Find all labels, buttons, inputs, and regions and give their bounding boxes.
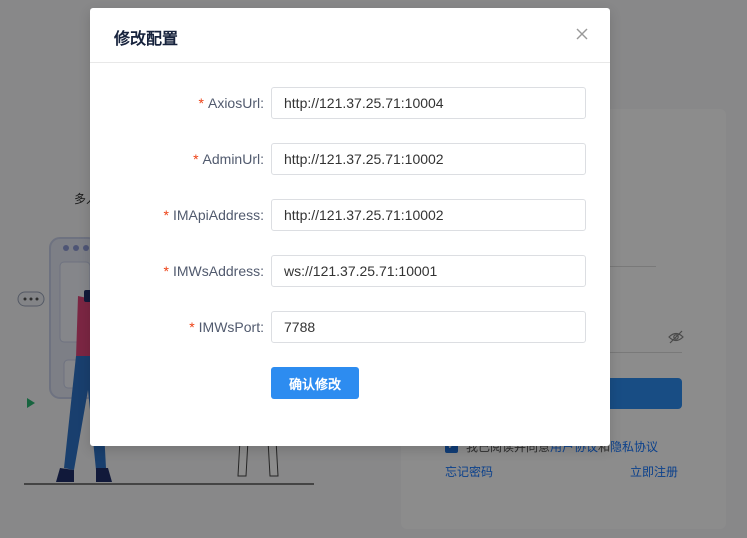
form-row-imwsport: * IMWsPort: (90, 311, 610, 343)
required-mark: * (193, 151, 199, 167)
form-row-axiosurl: * AxiosUrl: (90, 87, 610, 119)
imwsport-input[interactable] (271, 311, 586, 343)
adminurl-input[interactable] (271, 143, 586, 175)
modal-title: 修改配置 (114, 31, 179, 48)
required-mark: * (189, 319, 195, 335)
required-mark: * (163, 263, 169, 279)
required-mark: * (198, 95, 204, 111)
imapiaddress-input[interactable] (271, 199, 586, 231)
axiosurl-input[interactable] (271, 87, 586, 119)
field-label-axiosurl: * AxiosUrl: (198, 95, 264, 111)
required-mark: * (163, 207, 169, 223)
field-label-imapiaddress: * IMApiAddress: (163, 207, 265, 223)
modal-header: 修改配置 (90, 8, 610, 63)
field-label-imwsaddress: * IMWsAddress: (163, 263, 264, 279)
imwsaddress-input[interactable] (271, 255, 586, 287)
field-label-imwsport: * IMWsPort: (189, 319, 264, 335)
form-row-adminurl: * AdminUrl: (90, 143, 610, 175)
form-row-imwsaddress: * IMWsAddress: (90, 255, 610, 287)
form-row-imapiaddress: * IMApiAddress: (90, 199, 610, 231)
confirm-button[interactable]: 确认修改 (271, 367, 359, 399)
field-label-adminurl: * AdminUrl: (193, 151, 264, 167)
edit-config-modal: 修改配置 *AxiosUrl: *AdminUrl: *IMApiAddress… (90, 8, 610, 446)
close-icon[interactable] (574, 26, 590, 42)
